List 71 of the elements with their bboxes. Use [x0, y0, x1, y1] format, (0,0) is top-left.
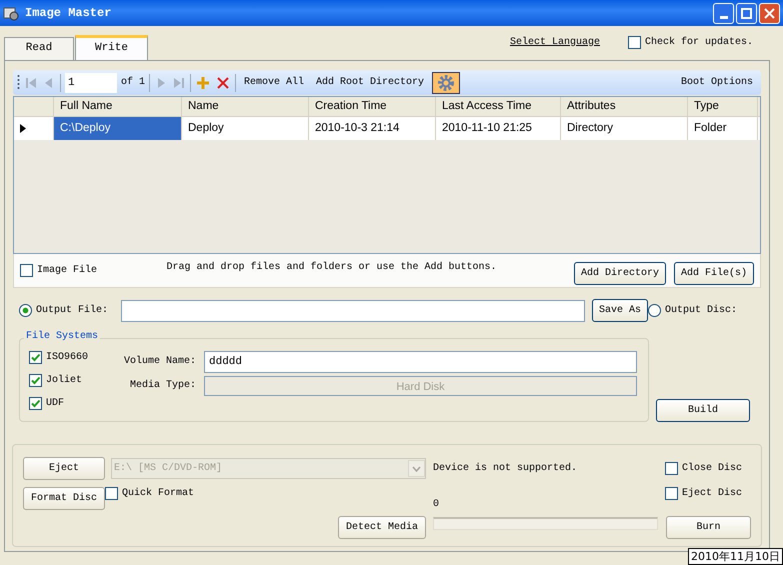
column-header[interactable]: Full Name: [54, 97, 182, 116]
page-count: of 1: [121, 76, 146, 88]
checkbox-label: Image File: [37, 264, 98, 276]
clock-tooltip: 2010年11月10日: [688, 548, 783, 565]
delete-icon[interactable]: [215, 74, 232, 90]
column-header[interactable]: Type: [688, 97, 758, 116]
checkbox-label: Quick Format: [122, 488, 194, 500]
progress-reading: 0: [433, 499, 440, 511]
checkbox[interactable]: [665, 487, 678, 500]
detect-media-button[interactable]: Detect Media: [338, 516, 426, 539]
checkbox[interactable]: [20, 264, 33, 277]
radio-button[interactable]: [648, 304, 662, 317]
tab[interactable]: Write: [75, 35, 148, 60]
table-cell: Folder: [688, 117, 758, 140]
field-label: Volume Name:: [124, 356, 198, 368]
minimize-button[interactable]: [713, 2, 734, 24]
add-button[interactable]: Add File(s): [674, 262, 754, 285]
status-text: Device is not supported.: [433, 462, 578, 474]
group-title: File Systems: [24, 331, 100, 343]
add-root-directory-button[interactable]: Add Root Directory: [312, 76, 428, 88]
table-cell: Deploy: [182, 117, 309, 140]
checkbox[interactable]: [628, 36, 641, 49]
volume-name-field[interactable]: ddddd: [204, 351, 637, 373]
table-cell: C:\Deploy: [54, 117, 182, 140]
table-cell: Directory: [561, 117, 688, 140]
page-field[interactable]: 1: [65, 72, 117, 92]
column-header[interactable]: Last Access Time: [436, 97, 561, 116]
close-icon: [764, 8, 775, 18]
media-type-dropdown: Hard Disk: [204, 376, 637, 396]
remove-all-button[interactable]: Remove All: [240, 76, 308, 88]
boot-options-button[interactable]: Boot Options: [680, 76, 757, 88]
save-as-button[interactable]: Save As: [592, 299, 648, 322]
checkbox-label: Check for updates.: [644, 36, 753, 48]
column-header[interactable]: Creation Time: [309, 97, 436, 116]
format-disc-button[interactable]: Format Disc: [23, 487, 105, 510]
checkbox[interactable]: [29, 374, 42, 387]
build-button[interactable]: Build: [656, 399, 750, 422]
eject-button[interactable]: Eject: [23, 457, 105, 480]
field-label: Media Type:: [128, 380, 197, 392]
checkbox[interactable]: [29, 397, 42, 410]
maximize-icon: [741, 8, 752, 18]
column-header[interactable]: Attributes: [561, 97, 688, 116]
gear-icon: [437, 74, 456, 92]
add-button[interactable]: Add Directory: [574, 262, 666, 285]
table-cell: 2010-10-3 21:14: [309, 117, 436, 140]
app-icon: [3, 5, 19, 21]
maximize-button[interactable]: [736, 2, 757, 24]
checkbox[interactable]: [105, 487, 118, 500]
grip-icon: [17, 74, 20, 92]
minimize-icon: [720, 16, 728, 18]
radio-button[interactable]: [19, 304, 32, 317]
drop-hint: Drag and drop files and folders or use the Add buttons.: [165, 262, 498, 274]
checkbox[interactable]: [29, 351, 42, 364]
checkbox-label: Joliet: [46, 374, 82, 386]
dropdown-value: E:\ [MS C/DVD-ROM]: [114, 462, 222, 474]
output-file-field[interactable]: [121, 300, 585, 322]
window-title: Image Master: [25, 6, 112, 20]
tab[interactable]: Read: [4, 37, 74, 60]
burn-button[interactable]: Burn: [666, 516, 751, 539]
radio-label: Output Disc:: [665, 304, 738, 316]
close-button[interactable]: [759, 2, 780, 24]
checkbox[interactable]: [665, 462, 678, 475]
checkbox-label: Close Disc: [682, 462, 742, 474]
settings-button[interactable]: [432, 72, 460, 94]
checkbox-label: Eject Disc: [682, 488, 742, 500]
radio-label: Output File:: [36, 304, 108, 316]
checkbox-label: UDF: [46, 398, 64, 410]
select-language-link[interactable]: Select Language: [510, 36, 600, 48]
checkbox-label: ISO9660: [46, 352, 88, 364]
table-cell: 2010-11-10 21:25: [436, 117, 561, 140]
column-header[interactable]: Name: [182, 97, 309, 116]
